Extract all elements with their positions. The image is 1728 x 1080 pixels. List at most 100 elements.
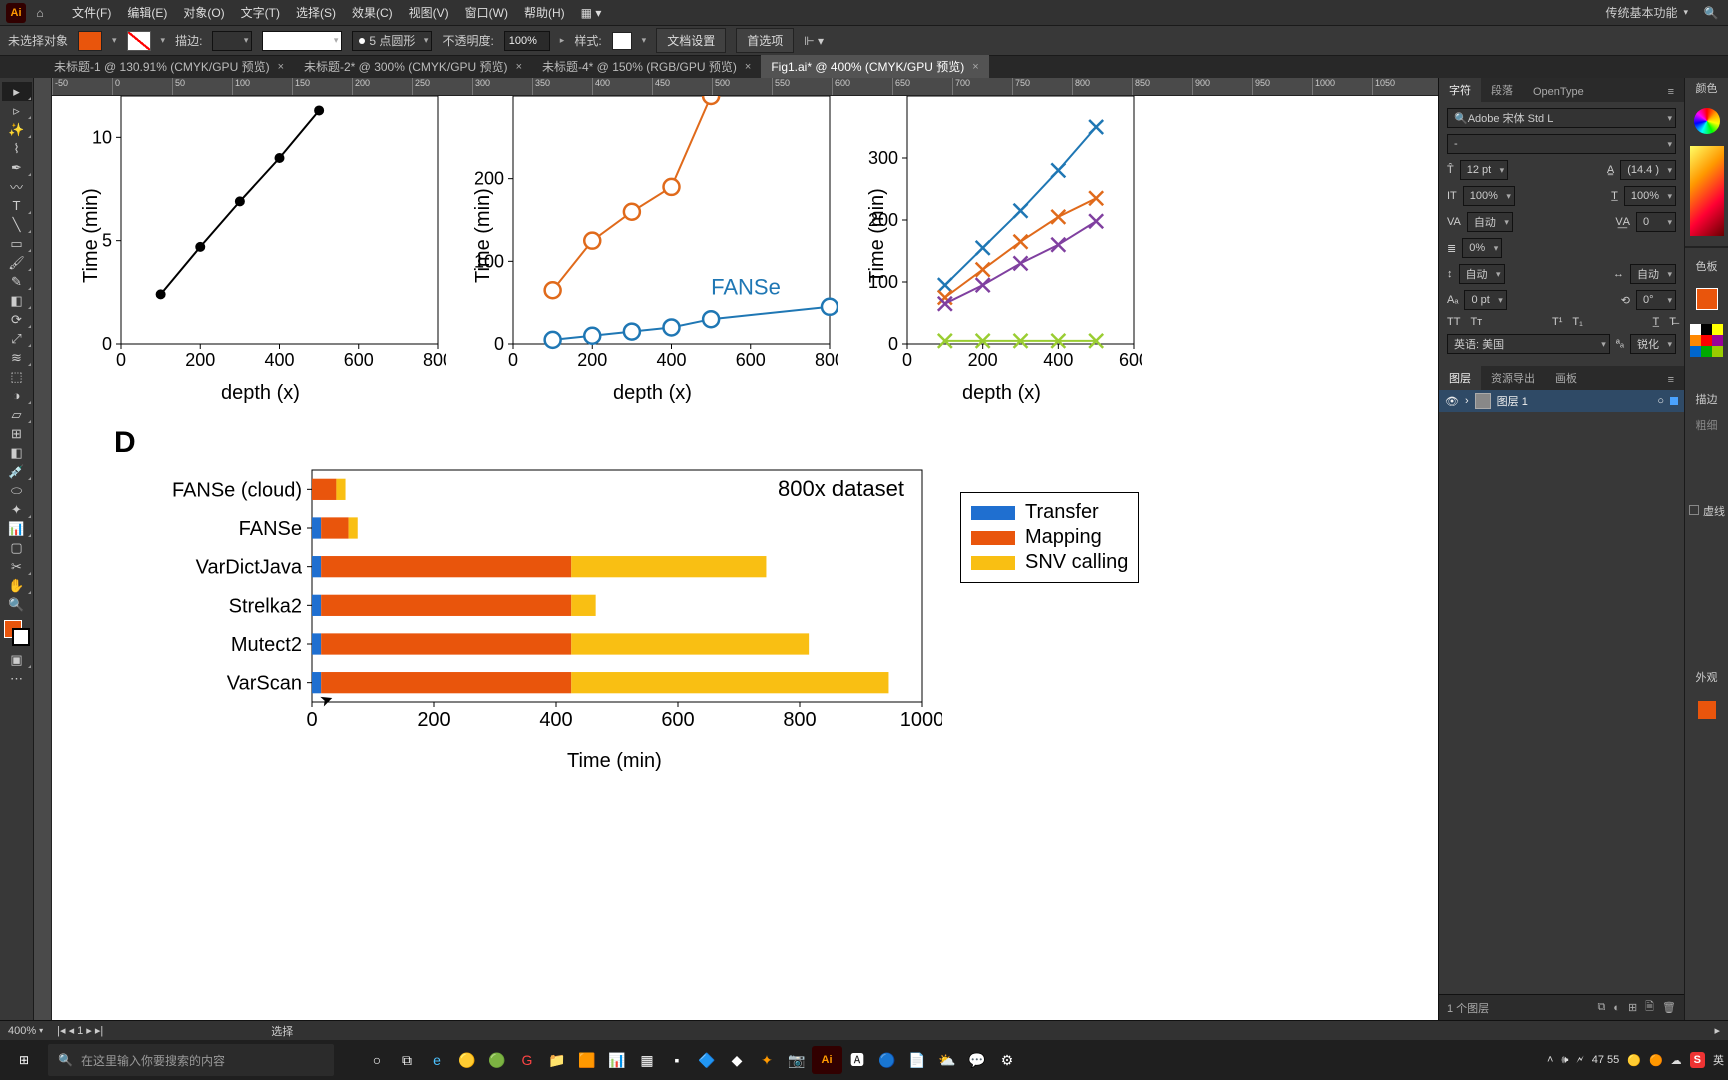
chrome-icon[interactable]: 🟡	[452, 1040, 482, 1080]
tab-paragraph[interactable]: 段落	[1481, 78, 1523, 102]
scale-tool[interactable]: ⤢	[2, 329, 32, 348]
workspace-switcher[interactable]: 传统基本功能 ▾	[1597, 2, 1696, 23]
antialiasing-dropdown[interactable]: 锐化	[1630, 334, 1676, 354]
color-spectrum[interactable]	[1690, 146, 1724, 236]
swatches-panel-label[interactable]: 色板	[1696, 258, 1718, 274]
language-dropdown[interactable]: 英语: 美国	[1447, 334, 1610, 354]
pencil-tool[interactable]: ✎	[2, 272, 32, 291]
blend-tool[interactable]: ⬭	[2, 481, 32, 500]
layer-name[interactable]: 图层 1	[1497, 393, 1528, 409]
target-icon[interactable]: ○	[1657, 395, 1664, 407]
lasso-tool[interactable]: ⌇	[2, 139, 32, 158]
font-family-dropdown[interactable]: 🔍 Adobe 宋体 Std L	[1447, 108, 1676, 128]
app-icon[interactable]: G	[512, 1040, 542, 1080]
app12-icon[interactable]: ⛅	[932, 1040, 962, 1080]
app6-icon[interactable]: ◆	[722, 1040, 752, 1080]
ime-indicator[interactable]: S	[1690, 1052, 1705, 1068]
panel-menu-icon[interactable]: ≡	[1658, 82, 1684, 102]
direct-select-tool[interactable]: ▹	[2, 101, 32, 120]
app4-icon[interactable]: ▦	[632, 1040, 662, 1080]
settings-icon[interactable]: ⚙	[992, 1040, 1022, 1080]
baseline-input[interactable]: 0 pt	[1464, 290, 1506, 310]
rotate-tool[interactable]: ⟳	[2, 310, 32, 329]
char-a1[interactable]: 0%	[1462, 238, 1502, 258]
shape-builder-tool[interactable]: ◑	[2, 386, 32, 405]
style-swatch[interactable]	[612, 32, 632, 50]
color-picker-icon[interactable]	[1692, 106, 1722, 136]
font-size-input[interactable]: 12 pt	[1460, 160, 1508, 180]
browser-icon[interactable]: 🟢	[482, 1040, 512, 1080]
color-panel-label[interactable]: 颜色	[1696, 80, 1718, 96]
appearance-panel-label[interactable]: 外观	[1696, 669, 1718, 685]
hscale-input[interactable]: 100%	[1624, 186, 1676, 206]
terminal-icon[interactable]: ▪	[662, 1040, 692, 1080]
illustrator-taskbar-icon[interactable]: Ai	[812, 1046, 842, 1074]
align-icon[interactable]: ⊩ ▾	[804, 34, 824, 48]
tray-up-icon[interactable]: ˄	[1547, 1054, 1553, 1066]
expand-icon[interactable]: ›	[1465, 395, 1469, 407]
graph-tool[interactable]: 📊	[2, 519, 32, 538]
menu-view[interactable]: 视图(V)	[403, 0, 455, 25]
swatch-icon[interactable]	[1692, 284, 1722, 314]
tab-opentype[interactable]: OpenType	[1523, 82, 1594, 102]
pen-tool[interactable]: ✒	[2, 158, 32, 177]
app2-icon[interactable]: 🟧	[572, 1040, 602, 1080]
edit-toolbar[interactable]: ⋯	[2, 669, 32, 688]
appearance-swatch[interactable]	[1692, 695, 1722, 725]
selection-tool[interactable]: ▸	[2, 82, 32, 101]
subscript-icon[interactable]: T₁	[1572, 316, 1582, 328]
leading-input[interactable]: (14.4 )	[1620, 160, 1676, 180]
battery-icon[interactable]: 🗲	[1576, 1054, 1583, 1067]
doc-tab-3[interactable]: Fig1.ai* @ 400% (CMYK/GPU 预览)×	[761, 55, 988, 78]
menu-type[interactable]: 文字(T)	[235, 0, 286, 25]
taskview-icon[interactable]: ⧉	[392, 1040, 422, 1080]
type-tool[interactable]: T	[2, 196, 32, 215]
prefs-button[interactable]: 首选项	[736, 28, 794, 53]
hand-tool[interactable]: ✋	[2, 576, 32, 595]
fill-swatch[interactable]	[78, 31, 102, 51]
ime-lang[interactable]: 英	[1713, 1052, 1724, 1068]
symbol-spray-tool[interactable]: ✦	[2, 500, 32, 519]
stroke-panel-label[interactable]: 描边	[1696, 391, 1718, 407]
mesh-tool[interactable]: ⊞	[2, 424, 32, 443]
font-weight-dropdown[interactable]: -	[1447, 134, 1676, 154]
close-icon[interactable]: ×	[516, 61, 522, 73]
menu-window[interactable]: 窗口(W)	[459, 0, 514, 25]
layer-row[interactable]: 👁 › 图层 1 ○	[1439, 390, 1684, 412]
free-transform-tool[interactable]: ⬚	[2, 367, 32, 386]
visibility-icon[interactable]: 👁	[1445, 395, 1459, 408]
network-icon[interactable]: 🕪	[1561, 1054, 1568, 1067]
menu-help[interactable]: 帮助(H)	[518, 0, 571, 25]
close-icon[interactable]: ×	[278, 61, 284, 73]
tracking-input[interactable]: 0	[1636, 212, 1676, 232]
char-a3[interactable]: 自动	[1630, 264, 1676, 284]
menu-file[interactable]: 文件(F)	[66, 0, 117, 25]
app13-icon[interactable]: 💬	[962, 1040, 992, 1080]
close-icon[interactable]: ×	[972, 61, 978, 73]
panel-menu-icon[interactable]: ≡	[1658, 370, 1684, 390]
doc-setup-button[interactable]: 文档设置	[656, 28, 726, 53]
gradient-tool[interactable]: ◧	[2, 443, 32, 462]
menu-effect[interactable]: 效果(C)	[346, 0, 399, 25]
new-layer-icon[interactable]: 🗎	[1645, 998, 1654, 1017]
start-button[interactable]: ⊞	[0, 1040, 48, 1080]
eraser-tool[interactable]: ◧	[2, 291, 32, 310]
search-icon[interactable]: 🔍	[1700, 2, 1722, 24]
app7-icon[interactable]: ✦	[752, 1040, 782, 1080]
app3-icon[interactable]: 📊	[602, 1040, 632, 1080]
magic-wand-tool[interactable]: ✨	[2, 120, 32, 139]
app9-icon[interactable]: 🅰	[842, 1040, 872, 1080]
menu-edit[interactable]: 编辑(E)	[121, 0, 173, 25]
width-tool[interactable]: ≋	[2, 348, 32, 367]
system-tray[interactable]: ˄ 🕪 🗲 47 55 🟡🟠☁ S 英	[1547, 1052, 1728, 1068]
tab-character[interactable]: 字符	[1439, 78, 1481, 102]
brush-tool[interactable]: 🖌	[2, 253, 32, 272]
zoom-dropdown[interactable]: 400% ▾	[8, 1025, 43, 1037]
stroke-weight-dropdown[interactable]	[212, 31, 252, 51]
line-tool[interactable]: ╲	[2, 215, 32, 234]
doc-tab-0[interactable]: 未标题-1 @ 130.91% (CMYK/GPU 预览)×	[44, 55, 294, 78]
menu-object[interactable]: 对象(O)	[177, 0, 230, 25]
app11-icon[interactable]: 📄	[902, 1040, 932, 1080]
app8-icon[interactable]: 📷	[782, 1040, 812, 1080]
artboard-tool[interactable]: ▢	[2, 538, 32, 557]
